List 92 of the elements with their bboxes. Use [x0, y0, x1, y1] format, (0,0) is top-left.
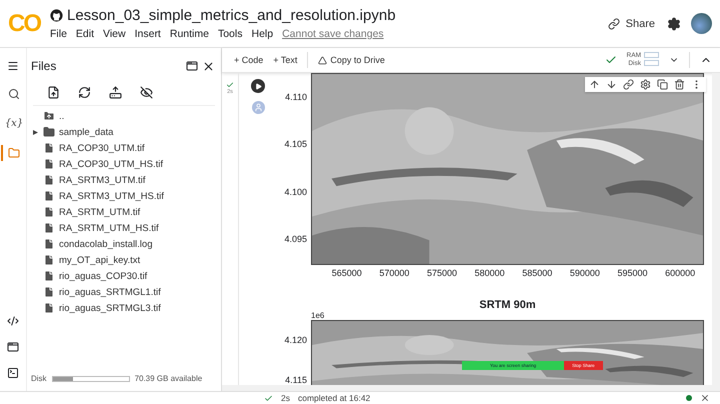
x-tick-label: 580000	[474, 268, 505, 278]
menu-item[interactable]: View	[103, 28, 126, 40]
x-tick-label: 570000	[379, 268, 410, 278]
run-button[interactable]	[251, 79, 265, 93]
menu-item[interactable]: File	[50, 28, 67, 40]
avatar[interactable]	[691, 13, 712, 34]
disk-available: 70.39 GB available	[134, 374, 202, 383]
y-tick-label: 4.100	[284, 186, 307, 197]
vertical-scrollbar[interactable]	[712, 73, 720, 385]
file-icon	[43, 254, 55, 266]
file-name[interactable]: rio_aguas_COP30.tif	[59, 270, 148, 282]
x-tick-label: 565000	[332, 268, 362, 278]
file-icon	[43, 270, 55, 282]
x-tick-label: 595000	[618, 268, 648, 278]
share-button[interactable]: Share	[606, 16, 657, 32]
window-icon[interactable]	[186, 60, 198, 72]
disk-label: Disk	[31, 374, 47, 383]
close-icon[interactable]	[700, 393, 710, 403]
y-tick-label: 4.115	[285, 375, 307, 385]
menu-item[interactable]: Help	[251, 28, 274, 40]
file-icon	[43, 302, 55, 314]
link-icon	[608, 18, 620, 30]
drive-icon[interactable]	[109, 86, 122, 99]
file-icon	[43, 158, 55, 170]
menu-item[interactable]: Insert	[134, 28, 161, 40]
y-tick-label: 4.110	[285, 92, 307, 102]
file-icon	[43, 238, 55, 250]
upload-icon[interactable]	[47, 86, 60, 99]
add-code-button[interactable]: + Code	[234, 55, 264, 65]
file-name[interactable]: rio_aguas_SRTMGL1.tif	[59, 286, 161, 298]
sidebar-tab[interactable]: {x}	[1, 116, 25, 131]
plot-title: SRTM 90m	[478, 299, 537, 311]
menu-item[interactable]: Edit	[76, 28, 94, 40]
close-icon[interactable]	[202, 60, 215, 72]
copy-icon[interactable]	[657, 79, 668, 90]
app-logo: CO	[8, 10, 40, 38]
menu-item[interactable]: Tools	[218, 28, 242, 40]
file-name[interactable]: my_OT_api_key.txt	[59, 254, 140, 266]
file-icon	[43, 142, 55, 154]
copy-to-drive-button[interactable]: Copy to Drive	[318, 55, 385, 65]
file-name[interactable]: RA_COP30_UTM.tif	[59, 142, 145, 154]
move-up-icon[interactable]	[589, 79, 600, 90]
x-tick-label: 575000	[427, 268, 458, 278]
folder-icon	[43, 126, 55, 138]
file-name[interactable]: RA_SRTM_UTM_HS.tif	[59, 222, 159, 234]
play-icon	[254, 82, 262, 90]
axis-offset-label: 1e6	[311, 311, 326, 320]
refresh-icon[interactable]	[78, 86, 91, 99]
x-tick-label: 585000	[522, 268, 552, 278]
menu-item[interactable]: Runtime	[170, 28, 209, 40]
x-tick-label: 600000	[665, 268, 696, 278]
y-tick-label: 4.105	[284, 139, 307, 150]
search-icon	[8, 88, 20, 100]
hidden-files-icon[interactable]	[140, 86, 153, 99]
file-name[interactable]: RA_SRTM3_UTM_HS.tif	[59, 190, 164, 202]
status-dot	[686, 395, 692, 401]
move-down-icon[interactable]	[606, 79, 617, 90]
file-name[interactable]: RA_SRTM_UTM.tif	[59, 206, 140, 218]
user-icon	[252, 101, 264, 114]
link-icon[interactable]	[623, 79, 634, 90]
y-tick-label: 4.120	[284, 335, 307, 345]
file-icon	[43, 286, 55, 298]
file-name[interactable]: sample_data	[59, 126, 114, 138]
status-time: 2s	[281, 393, 290, 403]
code-icon[interactable]	[7, 315, 19, 327]
file-icon	[43, 206, 55, 218]
panel-title: Files	[31, 59, 58, 73]
file-icon	[43, 190, 55, 202]
variables-icon: {x}	[4, 118, 24, 129]
horizontal-scrollbar[interactable]	[222, 385, 720, 391]
file-name[interactable]: RA_COP30_UTM_HS.tif	[59, 158, 164, 170]
file-name[interactable]: RA_SRTM3_UTM.tif	[59, 174, 146, 186]
status-message: completed at 16:42	[298, 393, 370, 403]
x-tick-label: 590000	[570, 268, 600, 278]
file-icon	[43, 222, 55, 234]
folder-icon	[8, 147, 20, 159]
file-name[interactable]: ..	[59, 110, 64, 122]
delete-icon[interactable]	[674, 79, 685, 90]
github-icon	[50, 9, 63, 22]
status-check-icon	[264, 394, 273, 402]
command-palette-icon[interactable]	[7, 341, 19, 353]
file-icon	[43, 174, 55, 186]
file-name[interactable]: condacolab_install.log	[59, 238, 152, 250]
notebook-title[interactable]: Lesson_03_simple_metrics_and_resolution.ipynb	[67, 7, 396, 24]
drive-icon	[318, 56, 328, 64]
add-text-button[interactable]: + Text	[273, 55, 298, 65]
parent-folder-icon	[43, 110, 55, 122]
menu-icon[interactable]	[7, 60, 19, 72]
y-tick-label: 4.095	[284, 234, 307, 244]
file-name[interactable]: rio_aguas_SRTMGL3.tif	[59, 302, 161, 314]
terminal-icon[interactable]	[7, 367, 19, 379]
save-notice-link[interactable]: Cannot save changes	[282, 28, 384, 40]
